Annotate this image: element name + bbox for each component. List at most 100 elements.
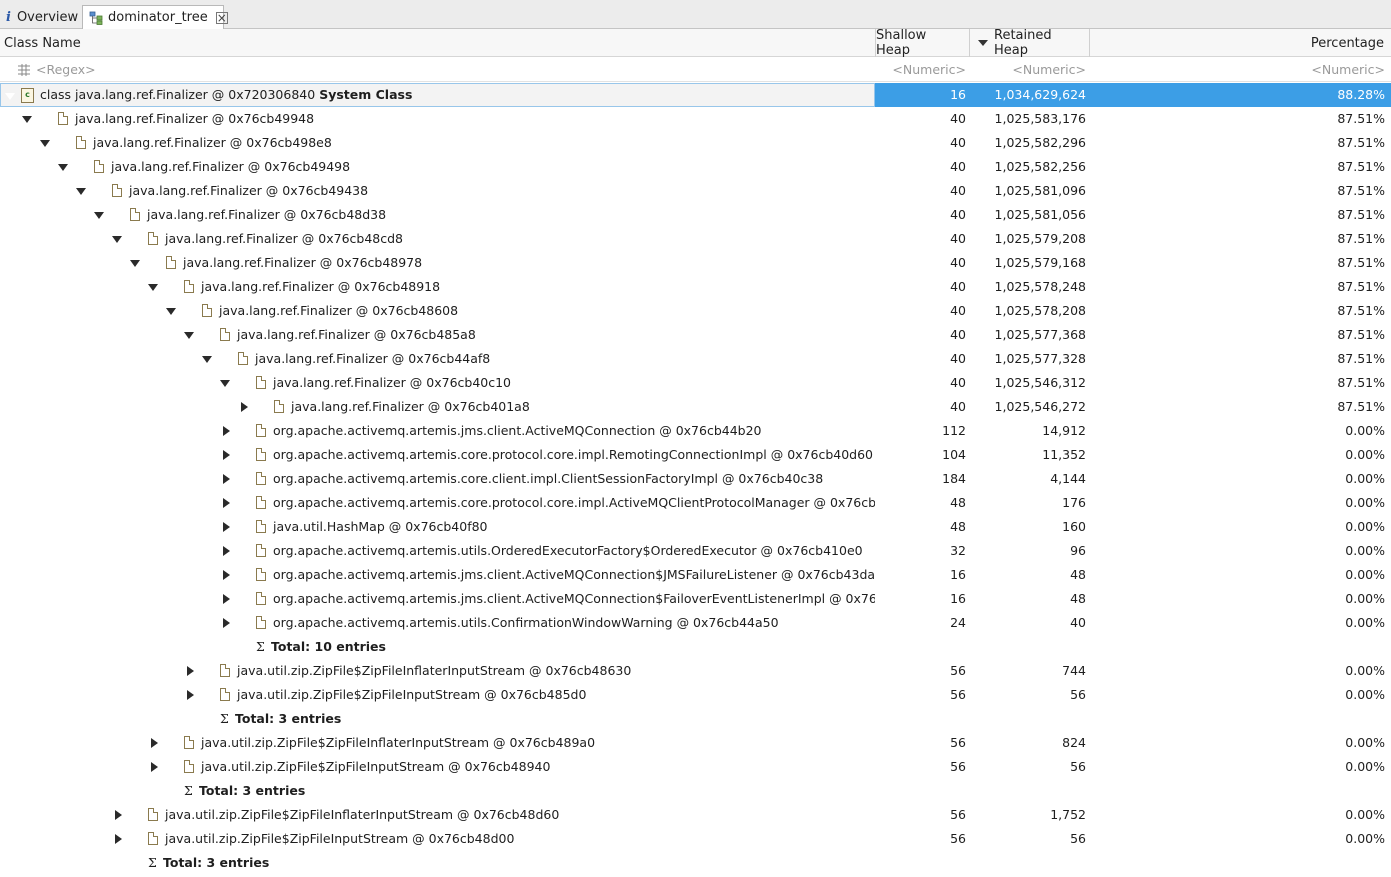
table-row[interactable]: java.util.zip.ZipFile$ZipFileInputStream… [0,755,1391,779]
expanded-arrow-icon[interactable] [112,236,122,243]
percentage-cell: 0.00% [1345,471,1385,486]
object-label-text: java.lang.ref.Finalizer @ 0x76cb49438 [129,183,369,198]
tab-dominator-tree[interactable]: dominator_tree × [82,5,228,29]
percentage-cell: 87.51% [1337,111,1385,126]
table-row[interactable]: java.lang.ref.Finalizer @ 0x76cb49948 40 1… [0,107,1391,131]
class-name-cell: java.lang.ref.Finalizer @ 0x76cb49438 [0,179,875,203]
object-label: org.apache.activemq.artemis.utils.Confir… [273,611,779,635]
column-header-class-name[interactable]: Class Name [0,29,876,57]
total-label: Total: 3 entries [163,855,270,870]
table-row[interactable]: java.lang.ref.Finalizer @ 0x76cb48d38 40 1… [0,203,1391,227]
object-icon [256,472,266,485]
collapsed-arrow-icon[interactable] [187,666,194,676]
retained-heap-cell [970,851,1086,875]
column-header-percentage[interactable]: Percentage [1090,29,1390,57]
expanded-arrow-icon[interactable] [40,140,50,147]
collapsed-arrow-icon[interactable] [223,426,230,436]
object-icon [184,736,194,749]
class-name-cell: org.apache.activemq.artemis.core.client.… [0,467,875,491]
tab-overview[interactable]: i Overview [0,5,82,29]
collapsed-arrow-icon[interactable] [223,450,230,460]
expanded-arrow-icon[interactable] [220,380,230,387]
percentage-filter-input[interactable]: <Numeric> [1090,58,1385,82]
collapsed-arrow-icon[interactable] [223,498,230,508]
collapsed-arrow-icon[interactable] [223,570,230,580]
collapsed-arrow-icon[interactable] [115,834,122,844]
shallow-heap-cell: 40 [950,135,966,150]
class-name-filter-input[interactable]: <Regex> [0,58,875,82]
object-icon [220,664,230,677]
table-row[interactable]: c class java.lang.ref.Finalizer @ 0x72030… [0,83,1391,107]
object-label-text: java.lang.ref.Finalizer @ 0x76cb49498 [111,159,351,174]
object-icon [202,304,212,317]
table-row[interactable]: org.apache.activemq.artemis.jms.client.A… [0,419,1391,443]
expanded-arrow-icon[interactable] [130,260,140,267]
column-header-retained-heap[interactable]: Retained Heap [970,28,1090,58]
table-row[interactable]: java.lang.ref.Finalizer @ 0x76cb48608 40 1… [0,299,1391,323]
table-row[interactable]: org.apache.activemq.artemis.core.protoco… [0,443,1391,467]
close-icon[interactable]: × [215,11,228,24]
table-row[interactable]: org.apache.activemq.artemis.utils.Ordere… [0,539,1391,563]
collapsed-arrow-icon[interactable] [223,618,230,628]
object-label-text: java.lang.ref.Finalizer @ 0x76cb485a8 [237,327,476,342]
table-row[interactable]: java.lang.ref.Finalizer @ 0x76cb498e8 40 1… [0,131,1391,155]
table-row[interactable]: java.util.zip.ZipFile$ZipFileInflaterInp… [0,803,1391,827]
table-row[interactable]: java.lang.ref.Finalizer @ 0x76cb44af8 40 1… [0,347,1391,371]
collapsed-arrow-icon[interactable] [241,402,248,412]
percentage-cell: 87.51% [1337,255,1385,270]
table-row[interactable]: org.apache.activemq.artemis.jms.client.A… [0,587,1391,611]
table-row[interactable]: java.lang.ref.Finalizer @ 0x76cb48918 40 1… [0,275,1391,299]
collapsed-arrow-icon[interactable] [151,738,158,748]
table-row[interactable]: org.apache.activemq.artemis.core.client.… [0,467,1391,491]
expanded-arrow-icon[interactable] [166,308,176,315]
table-row[interactable]: java.util.zip.ZipFile$ZipFileInflaterInp… [0,659,1391,683]
expanded-arrow-icon[interactable] [202,356,212,363]
object-label: org.apache.activemq.artemis.jms.client.A… [273,419,762,443]
expanded-arrow-icon[interactable] [76,188,86,195]
table-row[interactable]: java.lang.ref.Finalizer @ 0x76cb48cd8 40 1… [0,227,1391,251]
table-row[interactable]: java.util.zip.ZipFile$ZipFileInflaterInp… [0,731,1391,755]
object-label: java.util.zip.ZipFile$ZipFileInputStream… [165,827,514,851]
expanded-arrow-icon[interactable] [5,93,15,100]
collapsed-arrow-icon[interactable] [151,762,158,772]
expanded-arrow-icon[interactable] [184,332,194,339]
object-label: java.util.zip.ZipFile$ZipFileInflaterInp… [237,659,631,683]
table-row[interactable]: java.lang.ref.Finalizer @ 0x76cb48978 40 1… [0,251,1391,275]
expanded-arrow-icon[interactable] [58,164,68,171]
retained-heap-filter-input[interactable]: <Numeric> [970,58,1086,82]
column-header-shallow-heap[interactable]: Shallow Heap [876,28,970,58]
table-row[interactable]: org.apache.activemq.artemis.utils.Confir… [0,611,1391,635]
column-header-class-name-label: Class Name [4,35,81,51]
table-row[interactable]: java.util.zip.ZipFile$ZipFileInputStream… [0,827,1391,851]
object-icon [130,208,140,221]
expanded-arrow-icon[interactable] [148,284,158,291]
object-label-text: org.apache.activemq.artemis.core.protoco… [273,447,874,462]
object-icon [148,808,158,821]
class-name-cell: java.lang.ref.Finalizer @ 0x76cb49948 [0,107,875,131]
table-row[interactable]: java.util.HashMap @ 0x76cb40f80 48 160 0.00… [0,515,1391,539]
table-row[interactable]: java.lang.ref.Finalizer @ 0x76cb49498 40 1… [0,155,1391,179]
class-name-cell: org.apache.activemq.artemis.utils.Confir… [0,611,875,635]
shallow-heap-cell: 56 [950,759,966,774]
object-icon [184,760,194,773]
expanded-arrow-icon[interactable] [22,116,32,123]
tab-overview-label: Overview [16,9,79,25]
expanded-arrow-icon[interactable] [94,212,104,219]
table-row[interactable]: java.lang.ref.Finalizer @ 0x76cb401a8 40 1… [0,395,1391,419]
percentage-cell: 87.51% [1337,375,1385,390]
table-row[interactable]: java.lang.ref.Finalizer @ 0x76cb49438 40 1… [0,179,1391,203]
table-row[interactable]: org.apache.activemq.artemis.core.protoco… [0,491,1391,515]
collapsed-arrow-icon[interactable] [223,594,230,604]
column-header-percentage-label: Percentage [1310,35,1384,51]
table-row[interactable]: java.util.zip.ZipFile$ZipFileInputStream… [0,683,1391,707]
table-row[interactable]: org.apache.activemq.artemis.jms.client.A… [0,563,1391,587]
collapsed-arrow-icon[interactable] [223,522,230,532]
collapsed-arrow-icon[interactable] [115,810,122,820]
table-row[interactable]: java.lang.ref.Finalizer @ 0x76cb40c10 40 1… [0,371,1391,395]
shallow-heap-filter-input[interactable]: <Numeric> [876,58,966,82]
table-row[interactable]: java.lang.ref.Finalizer @ 0x76cb485a8 40 1… [0,323,1391,347]
collapsed-arrow-icon[interactable] [187,690,194,700]
collapsed-arrow-icon[interactable] [223,546,230,556]
collapsed-arrow-icon[interactable] [223,474,230,484]
percentage-cell: 87.51% [1337,303,1385,318]
